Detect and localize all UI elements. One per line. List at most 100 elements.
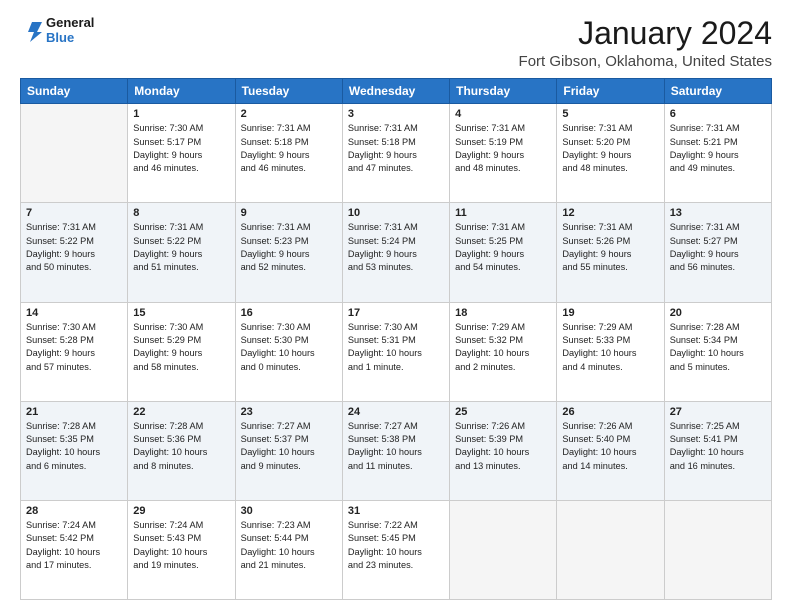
day-info: Sunrise: 7:28 AM Sunset: 5:36 PM Dayligh… (133, 420, 229, 473)
calendar-row: 1Sunrise: 7:30 AM Sunset: 5:17 PM Daylig… (21, 104, 772, 203)
day-info: Sunrise: 7:26 AM Sunset: 5:40 PM Dayligh… (562, 420, 658, 473)
calendar-cell: 28 Sunrise: 7:24 AM Sunset: 5:42 PM Dayli… (21, 500, 128, 599)
calendar-cell: 26Sunrise: 7:26 AM Sunset: 5:40 PM Dayli… (557, 401, 664, 500)
day-number: 3 (348, 108, 444, 120)
logo: General Blue (20, 16, 94, 46)
calendar-cell: 24 Sunrise: 7:27 AM Sunset: 5:38 PM Dayli… (342, 401, 449, 500)
calendar-cell: 27 Sunrise: 7:25 AM Sunset: 5:41 PM Dayli… (664, 401, 771, 500)
logo-line1: General (46, 16, 94, 31)
day-number: 31 (348, 505, 444, 517)
day-number: 9 (241, 207, 337, 219)
day-number: 15 (133, 307, 229, 319)
day-number: 1 (133, 108, 229, 120)
day-number: 2 (241, 108, 337, 120)
day-number: 16 (241, 307, 337, 319)
calendar-table: Sunday Monday Tuesday Wednesday Thursday… (20, 78, 772, 600)
calendar-title: January 2024 (519, 16, 772, 51)
day-info: Sunrise: 7:28 AM Sunset: 5:35 PM Dayligh… (26, 420, 122, 473)
day-info: Sunrise: 7:31 AM Sunset: 5:22 PM Dayligh… (26, 221, 122, 274)
day-number: 8 (133, 207, 229, 219)
calendar-cell: 9 Sunrise: 7:31 AM Sunset: 5:23 PM Daylig… (235, 203, 342, 302)
calendar-cell: 8 Sunrise: 7:31 AM Sunset: 5:22 PM Daylig… (128, 203, 235, 302)
day-info: Sunrise: 7:31 AM Sunset: 5:27 PM Dayligh… (670, 221, 766, 274)
day-number: 5 (562, 108, 658, 120)
calendar-row: 28 Sunrise: 7:24 AM Sunset: 5:42 PM Dayli… (21, 500, 772, 599)
day-number: 24 (348, 406, 444, 418)
calendar-cell: 30Sunrise: 7:23 AM Sunset: 5:44 PM Dayli… (235, 500, 342, 599)
day-info: Sunrise: 7:22 AM Sunset: 5:45 PM Dayligh… (348, 519, 444, 572)
calendar-cell: 18Sunrise: 7:29 AM Sunset: 5:32 PM Dayli… (450, 302, 557, 401)
day-number: 19 (562, 307, 658, 319)
day-info: Sunrise: 7:31 AM Sunset: 5:24 PM Dayligh… (348, 221, 444, 274)
day-info: Sunrise: 7:30 AM Sunset: 5:31 PM Dayligh… (348, 321, 444, 374)
calendar-cell (664, 500, 771, 599)
day-info: Sunrise: 7:30 AM Sunset: 5:30 PM Dayligh… (241, 321, 337, 374)
logo-icon (20, 20, 42, 42)
day-number: 7 (26, 207, 122, 219)
day-number: 17 (348, 307, 444, 319)
day-info: Sunrise: 7:24 AM Sunset: 5:42 PM Dayligh… (26, 519, 122, 572)
day-info: Sunrise: 7:27 AM Sunset: 5:37 PM Dayligh… (241, 420, 337, 473)
col-sunday: Sunday (21, 79, 128, 104)
day-info: Sunrise: 7:29 AM Sunset: 5:33 PM Dayligh… (562, 321, 658, 374)
calendar-cell: 12 Sunrise: 7:31 AM Sunset: 5:26 PM Dayli… (557, 203, 664, 302)
day-number: 14 (26, 307, 122, 319)
day-number: 25 (455, 406, 551, 418)
calendar-page: General Blue January 2024 Fort Gibson, O… (0, 0, 792, 612)
col-friday: Friday (557, 79, 664, 104)
col-tuesday: Tuesday (235, 79, 342, 104)
day-number: 28 (26, 505, 122, 517)
calendar-cell: 17 Sunrise: 7:30 AM Sunset: 5:31 PM Dayli… (342, 302, 449, 401)
calendar-cell: 14 Sunrise: 7:30 AM Sunset: 5:28 PM Dayli… (21, 302, 128, 401)
day-info: Sunrise: 7:31 AM Sunset: 5:18 PM Dayligh… (348, 122, 444, 175)
day-number: 6 (670, 108, 766, 120)
calendar-cell: 3 Sunrise: 7:31 AM Sunset: 5:18 PM Daylig… (342, 104, 449, 203)
calendar-row: 21 Sunrise: 7:28 AM Sunset: 5:35 PM Dayli… (21, 401, 772, 500)
calendar-cell (450, 500, 557, 599)
day-number: 21 (26, 406, 122, 418)
calendar-cell: 13 Sunrise: 7:31 AM Sunset: 5:27 PM Dayli… (664, 203, 771, 302)
calendar-cell (557, 500, 664, 599)
calendar-cell: 16 Sunrise: 7:30 AM Sunset: 5:30 PM Dayli… (235, 302, 342, 401)
day-info: Sunrise: 7:31 AM Sunset: 5:22 PM Dayligh… (133, 221, 229, 274)
day-info: Sunrise: 7:31 AM Sunset: 5:19 PM Dayligh… (455, 122, 551, 175)
calendar-cell: 6 Sunrise: 7:31 AM Sunset: 5:21 PM Daylig… (664, 104, 771, 203)
calendar-cell: 19 Sunrise: 7:29 AM Sunset: 5:33 PM Dayli… (557, 302, 664, 401)
calendar-subtitle: Fort Gibson, Oklahoma, United States (519, 53, 772, 70)
day-info: Sunrise: 7:31 AM Sunset: 5:25 PM Dayligh… (455, 221, 551, 274)
calendar-cell: 15 Sunrise: 7:30 AM Sunset: 5:29 PM Dayli… (128, 302, 235, 401)
header: General Blue January 2024 Fort Gibson, O… (20, 16, 772, 70)
calendar-cell: 20 Sunrise: 7:28 AM Sunset: 5:34 PM Dayli… (664, 302, 771, 401)
col-saturday: Saturday (664, 79, 771, 104)
day-info: Sunrise: 7:30 AM Sunset: 5:29 PM Dayligh… (133, 321, 229, 374)
day-number: 20 (670, 307, 766, 319)
calendar-row: 14 Sunrise: 7:30 AM Sunset: 5:28 PM Dayli… (21, 302, 772, 401)
day-info: Sunrise: 7:28 AM Sunset: 5:34 PM Dayligh… (670, 321, 766, 374)
day-info: Sunrise: 7:31 AM Sunset: 5:21 PM Dayligh… (670, 122, 766, 175)
day-info: Sunrise: 7:31 AM Sunset: 5:20 PM Dayligh… (562, 122, 658, 175)
col-thursday: Thursday (450, 79, 557, 104)
title-block: January 2024 Fort Gibson, Oklahoma, Unit… (519, 16, 772, 70)
col-monday: Monday (128, 79, 235, 104)
logo-line2: Blue (46, 31, 94, 46)
calendar-cell: 21 Sunrise: 7:28 AM Sunset: 5:35 PM Dayli… (21, 401, 128, 500)
day-number: 30 (241, 505, 337, 517)
day-number: 11 (455, 207, 551, 219)
calendar-cell: 29 Sunrise: 7:24 AM Sunset: 5:43 PM Dayli… (128, 500, 235, 599)
day-info: Sunrise: 7:26 AM Sunset: 5:39 PM Dayligh… (455, 420, 551, 473)
day-info: Sunrise: 7:31 AM Sunset: 5:26 PM Dayligh… (562, 221, 658, 274)
day-info: Sunrise: 7:30 AM Sunset: 5:28 PM Dayligh… (26, 321, 122, 374)
day-info: Sunrise: 7:25 AM Sunset: 5:41 PM Dayligh… (670, 420, 766, 473)
calendar-cell: 2Sunrise: 7:31 AM Sunset: 5:18 PM Daylig… (235, 104, 342, 203)
day-info: Sunrise: 7:24 AM Sunset: 5:43 PM Dayligh… (133, 519, 229, 572)
calendar-cell: 23Sunrise: 7:27 AM Sunset: 5:37 PM Dayli… (235, 401, 342, 500)
day-number: 27 (670, 406, 766, 418)
calendar-cell: 10 Sunrise: 7:31 AM Sunset: 5:24 PM Dayli… (342, 203, 449, 302)
day-info: Sunrise: 7:27 AM Sunset: 5:38 PM Dayligh… (348, 420, 444, 473)
day-number: 13 (670, 207, 766, 219)
day-number: 29 (133, 505, 229, 517)
day-info: Sunrise: 7:31 AM Sunset: 5:23 PM Dayligh… (241, 221, 337, 274)
day-number: 12 (562, 207, 658, 219)
day-number: 10 (348, 207, 444, 219)
calendar-cell: 1Sunrise: 7:30 AM Sunset: 5:17 PM Daylig… (128, 104, 235, 203)
